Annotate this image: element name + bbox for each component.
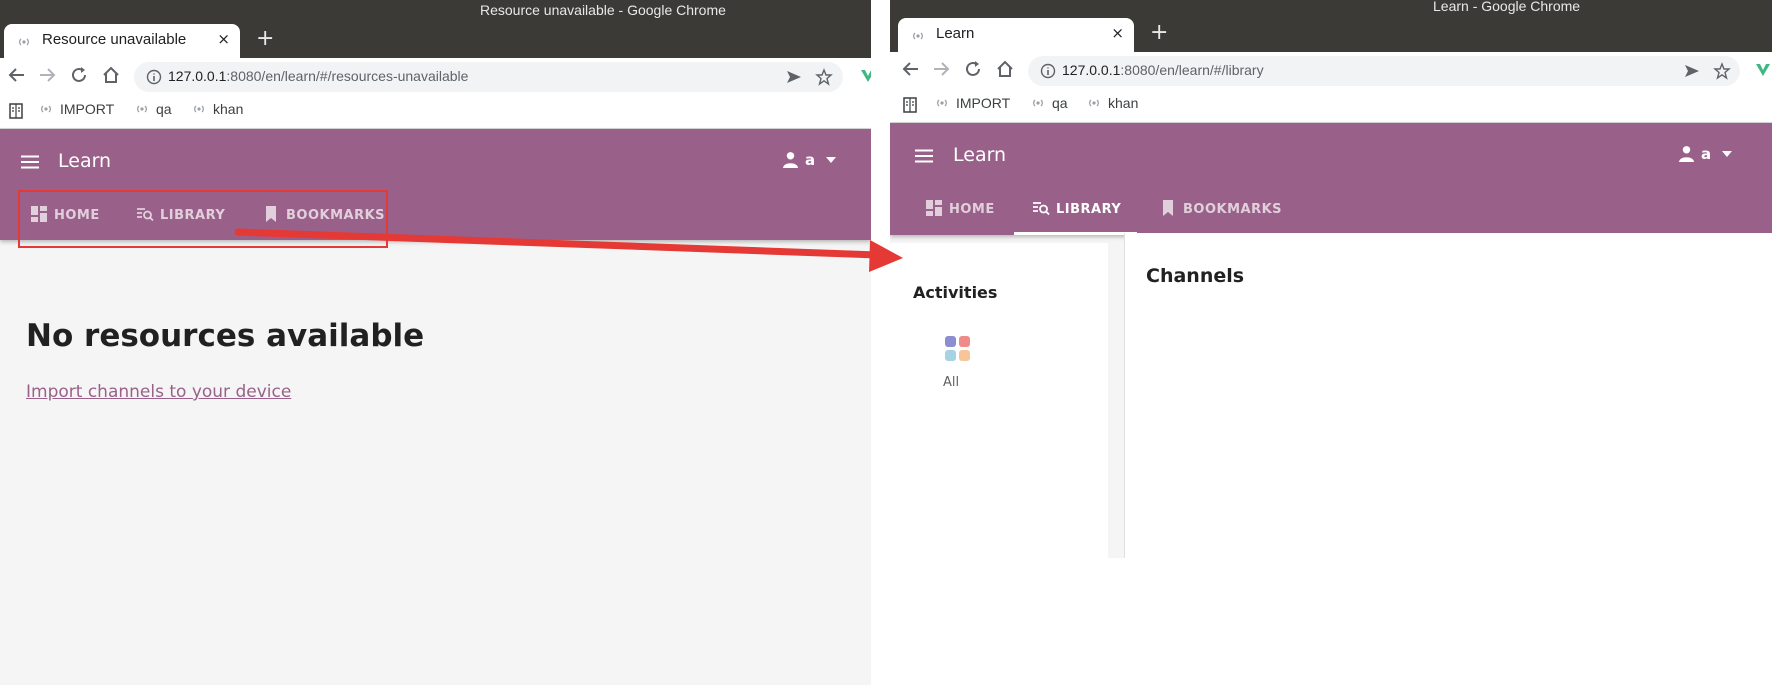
hamburger-icon[interactable] — [915, 149, 933, 163]
channels-heading: Channels — [1146, 265, 1245, 287]
right-tab-strip: Learn × + — [890, 18, 1772, 52]
tab-label: BOOKMARKS — [1183, 202, 1283, 217]
info-icon[interactable] — [146, 69, 162, 85]
bookmark-icon — [1163, 200, 1173, 216]
url-host: 127.0.0.1 — [1062, 62, 1121, 78]
dashboard-icon — [926, 200, 942, 216]
url-text: 127.0.0.1:8080/en/learn/#/resources-unav… — [168, 68, 468, 84]
back-icon[interactable] — [900, 58, 922, 80]
annotation-highlight-box — [18, 190, 388, 248]
bookmark-import[interactable]: IMPORT — [936, 95, 1010, 111]
right-app-bar: Learn a HOME LIBRARY BOOKMARKS — [890, 123, 1772, 235]
home-icon[interactable] — [994, 58, 1016, 80]
activities-heading: Activities — [913, 283, 998, 302]
bookmark-khan[interactable]: khan — [193, 101, 243, 117]
left-browser-window: Resource unavailable - Google Chrome Res… — [0, 0, 871, 685]
chevron-down-icon — [1722, 151, 1733, 157]
url-text: 127.0.0.1:8080/en/learn/#/library — [1062, 62, 1264, 78]
address-bar[interactable]: 127.0.0.1:8080/en/learn/#/library — [1028, 56, 1740, 86]
bookmark-label: IMPORT — [956, 95, 1011, 111]
tab-library[interactable]: LIBRARY — [1032, 199, 1121, 217]
new-tab-button[interactable]: + — [1150, 22, 1168, 44]
tab-label: LIBRARY — [1056, 202, 1122, 217]
import-channels-link[interactable]: Import channels to your device — [26, 382, 291, 402]
right-window-title: Learn - Google Chrome — [1433, 0, 1581, 14]
channels-panel: Channels — [1124, 233, 1772, 558]
apps-icon[interactable] — [903, 97, 917, 113]
left-bookmarks-bar: IMPORT qa khan — [0, 96, 871, 129]
right-browser-tab[interactable]: Learn × — [898, 18, 1134, 52]
bookmark-label: khan — [1108, 95, 1139, 111]
user-menu[interactable]: a — [1678, 145, 1733, 163]
bookmark-label: qa — [156, 101, 172, 117]
url-path: :8080/en/learn/#/library — [1120, 62, 1264, 78]
bookmark-label: khan — [213, 101, 244, 117]
tab-label: HOME — [949, 202, 995, 217]
forward-icon[interactable] — [36, 64, 58, 86]
activities-panel: Activities All — [890, 243, 1108, 558]
chevron-down-icon — [826, 157, 837, 163]
bookmark-qa[interactable]: qa — [1032, 95, 1068, 111]
extension-icon[interactable] — [1756, 62, 1770, 78]
bookmark-label: IMPORT — [60, 101, 115, 117]
left-browser-tab[interactable]: Resource unavailable × — [4, 24, 240, 58]
bookmark-label: qa — [1052, 95, 1068, 111]
reload-icon[interactable] — [68, 64, 90, 86]
user-menu[interactable]: a — [782, 151, 837, 169]
user-label: a — [1701, 145, 1712, 163]
person-icon — [783, 152, 798, 168]
tab-title: Learn — [936, 25, 975, 42]
tab-home[interactable]: HOME — [925, 199, 995, 217]
apps-icon[interactable] — [9, 103, 23, 119]
antenna-icon — [41, 105, 51, 113]
tab-title: Resource unavailable — [42, 31, 187, 48]
star-icon[interactable] — [815, 68, 833, 86]
forward-icon[interactable] — [930, 58, 952, 80]
person-icon — [1679, 146, 1694, 162]
app-title: Learn — [58, 150, 112, 172]
tab-close-icon[interactable]: × — [1111, 24, 1124, 42]
back-icon[interactable] — [6, 64, 28, 86]
right-browser-toolbar: 127.0.0.1:8080/en/learn/#/library — [890, 52, 1772, 90]
grid-dots-icon[interactable] — [944, 335, 972, 363]
antenna-icon — [137, 105, 147, 113]
user-label: a — [805, 151, 816, 169]
star-icon[interactable] — [1713, 62, 1731, 80]
left-title-bar: Resource unavailable - Google Chrome — [0, 0, 871, 24]
antenna-icon — [1089, 99, 1099, 107]
right-browser-window: Learn - Google Chrome Learn × + 127.0.0.… — [890, 0, 1772, 558]
home-icon[interactable] — [100, 64, 122, 86]
bookmark-import[interactable]: IMPORT — [40, 101, 114, 117]
antenna-icon — [19, 38, 29, 46]
address-bar[interactable]: 127.0.0.1:8080/en/learn/#/resources-unav… — [134, 62, 843, 92]
reload-icon[interactable] — [962, 58, 984, 80]
bookmark-khan[interactable]: khan — [1088, 95, 1138, 111]
antenna-icon — [194, 105, 204, 113]
page-title: No resources available — [26, 318, 425, 354]
new-tab-button[interactable]: + — [256, 28, 274, 50]
send-icon[interactable] — [1683, 62, 1701, 80]
info-icon[interactable] — [1040, 63, 1056, 79]
tab-close-icon[interactable]: × — [217, 30, 230, 48]
tab-bookmarks[interactable]: BOOKMARKS — [1159, 199, 1282, 217]
extension-icon[interactable] — [861, 68, 871, 84]
bookmark-qa[interactable]: qa — [136, 101, 172, 117]
antenna-icon — [913, 32, 923, 40]
active-tab-indicator — [1014, 232, 1137, 235]
library-search-icon — [1033, 202, 1050, 216]
app-title: Learn — [953, 144, 1007, 166]
left-browser-toolbar: 127.0.0.1:8080/en/learn/#/resources-unav… — [0, 58, 871, 96]
url-host: 127.0.0.1 — [168, 68, 227, 84]
left-tab-strip: Resource unavailable × + — [0, 24, 871, 58]
send-icon[interactable] — [785, 68, 803, 86]
left-window-title: Resource unavailable - Google Chrome — [480, 2, 726, 18]
right-bookmarks-bar: IMPORT qa khan — [890, 90, 1772, 123]
hamburger-icon[interactable] — [21, 155, 39, 169]
right-title-bar: Learn - Google Chrome — [890, 0, 1772, 18]
antenna-icon — [1033, 99, 1043, 107]
antenna-icon — [937, 99, 947, 107]
activity-all-label[interactable]: All — [943, 375, 959, 390]
url-path: :8080/en/learn/#/resources-unavailable — [226, 68, 469, 84]
